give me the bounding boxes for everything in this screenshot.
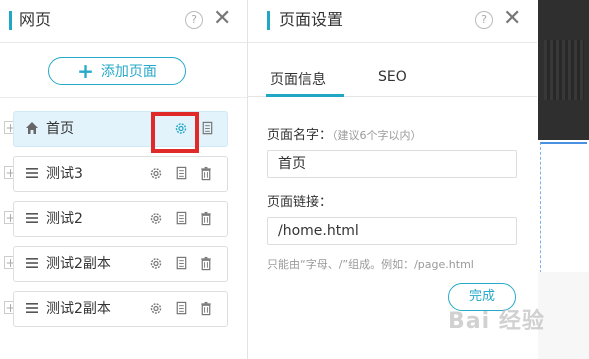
tab-seo[interactable]: SEO <box>378 69 407 85</box>
page-name-hint: （建议6个字以内） <box>332 129 422 142</box>
add-page-button[interactable]: + 添加页面 <box>48 57 186 85</box>
divider <box>0 97 247 98</box>
pages-panel-header: 网页 ? ✕ <box>0 0 247 43</box>
pages-panel: 网页 ? ✕ + 添加页面 + 首页 + 测试3 + 测试2 + 测试2副本 +… <box>0 0 248 359</box>
page-settings-header: 页面设置 ? ✕ <box>248 0 537 43</box>
page-link-label: 页面链接： <box>267 195 333 210</box>
trash-icon[interactable] <box>199 301 213 316</box>
page-name-label: 页面名字：（建议6个字以内） <box>267 124 422 143</box>
pages-panel-title: 网页 <box>19 10 52 29</box>
page-settings-title: 页面设置 <box>279 10 344 29</box>
page-name: 测试2副本 <box>46 301 111 317</box>
page-row[interactable]: + 测试2 <box>4 201 228 237</box>
menu-icon <box>26 168 38 178</box>
add-page-label: 添加页面 <box>100 64 157 80</box>
header-accent-bar <box>267 11 270 30</box>
page-card[interactable]: 测试3 <box>13 156 228 192</box>
trash-icon[interactable] <box>199 211 213 226</box>
page-name: 测试2 <box>46 211 83 227</box>
header-accent-bar <box>9 11 12 30</box>
page-link-input[interactable]: /home.html <box>267 217 517 245</box>
trash-icon[interactable] <box>199 166 213 181</box>
copy-icon[interactable] <box>174 211 188 226</box>
page-card[interactable]: 测试2 <box>13 201 228 237</box>
annotation-highlight-box <box>151 112 199 153</box>
menu-icon <box>26 258 38 268</box>
close-icon[interactable]: ✕ <box>213 6 231 32</box>
canvas-selection-frame <box>540 142 587 273</box>
page-name: 测试2副本 <box>46 256 111 272</box>
copy-icon[interactable] <box>174 166 188 181</box>
settings-tabs: 页面信息 SEO <box>248 42 537 97</box>
menu-icon <box>26 213 38 223</box>
home-icon <box>26 122 38 134</box>
link-format-note: 只能由“字母、/”组成。例如：/page.html <box>267 258 474 271</box>
gear-icon[interactable] <box>149 166 163 181</box>
page-row[interactable]: + 测试2副本 <box>4 246 228 282</box>
copy-icon[interactable] <box>174 301 188 316</box>
gear-icon[interactable] <box>149 301 163 316</box>
help-icon[interactable]: ? <box>475 11 493 29</box>
watermark: Bai 经验 <box>448 309 545 334</box>
copy-icon[interactable] <box>174 256 188 271</box>
close-icon[interactable]: ✕ <box>503 6 521 32</box>
help-icon[interactable]: ? <box>185 11 203 29</box>
page-row[interactable]: + 测试2副本 <box>4 291 228 327</box>
copy-icon[interactable] <box>200 121 214 136</box>
page-name-label-text: 页面名字： <box>267 128 333 143</box>
trash-icon[interactable] <box>199 256 213 271</box>
page-name: 测试3 <box>46 166 83 182</box>
canvas-area <box>538 272 589 359</box>
page-row[interactable]: + 测试3 <box>4 156 228 192</box>
menu-icon <box>26 303 38 313</box>
gear-icon[interactable] <box>149 211 163 226</box>
page-name-input[interactable]: 首页 <box>267 150 517 178</box>
tab-page-info[interactable]: 页面信息 <box>270 69 326 89</box>
page-card[interactable]: 测试2副本 <box>13 291 228 327</box>
preview-texture <box>544 40 584 100</box>
gear-icon[interactable] <box>149 256 163 271</box>
active-tab-indicator <box>266 94 344 97</box>
plus-icon: + <box>77 59 94 83</box>
page-card[interactable]: 测试2副本 <box>13 246 228 282</box>
page-name: 首页 <box>46 121 74 137</box>
canvas-preview-image <box>538 0 589 140</box>
